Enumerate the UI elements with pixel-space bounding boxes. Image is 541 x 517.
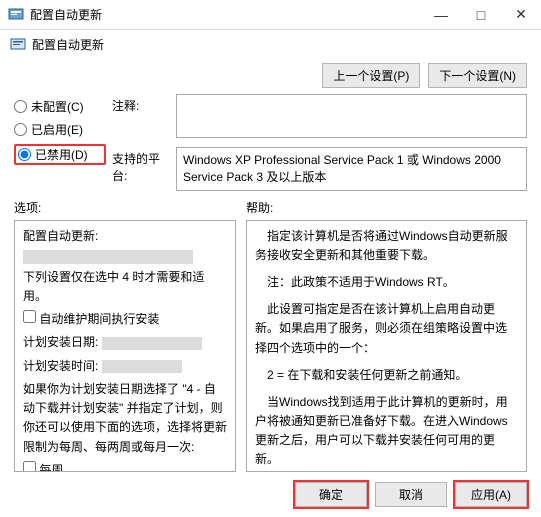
prev-setting-button[interactable]: 上一个设置(P)	[322, 63, 420, 88]
maint-checkbox-input[interactable]	[23, 310, 36, 323]
radio-enabled-input[interactable]	[14, 123, 27, 136]
radio-not-configured-label: 未配置(C)	[31, 98, 84, 115]
sched-day-combo[interactable]	[102, 337, 202, 350]
radio-disabled[interactable]: 已禁用(D)	[14, 144, 106, 165]
options-note1: 下列设置仅在选中 4 时才需要和适用。	[23, 268, 227, 306]
minimize-button[interactable]: —	[421, 0, 461, 30]
help-pane[interactable]: 指定该计算机是否将通过Windows自动更新服务接收安全更新和其他重要下载。 注…	[246, 220, 527, 472]
maint-checkbox-label: 自动维护期间执行安装	[39, 312, 159, 326]
ok-button[interactable]: 确定	[295, 482, 367, 507]
sub-header-label: 配置自动更新	[32, 36, 104, 53]
help-p2: 注：此政策不适用于Windows RT。	[255, 273, 518, 292]
window-buttons: — □ ✕	[421, 0, 541, 30]
maximize-button[interactable]: □	[461, 0, 501, 30]
pane-headers: 选项: 帮助:	[0, 197, 541, 220]
radio-not-configured-input[interactable]	[14, 100, 27, 113]
fields: 注释: 支持的平台: Windows XP Professional Servi…	[112, 94, 527, 191]
notes-textarea[interactable]	[176, 94, 527, 138]
notes-label: 注释:	[112, 94, 168, 114]
platform-label: 支持的平台:	[112, 147, 168, 184]
apply-button[interactable]: 应用(A)	[455, 482, 527, 507]
help-p5: 当Windows找到适用于此计算机的更新时，用户将被通知更新已准备好下载。在进入…	[255, 393, 518, 470]
title-bar: 配置自动更新 — □ ✕	[0, 0, 541, 30]
radio-disabled-input[interactable]	[18, 148, 31, 161]
next-setting-button[interactable]: 下一个设置(N)	[428, 63, 527, 88]
window-title: 配置自动更新	[30, 6, 102, 23]
help-p1: 指定该计算机是否将通过Windows自动更新服务接收安全更新和其他重要下载。	[255, 227, 518, 265]
weekly-checkbox[interactable]: 每周	[23, 461, 227, 472]
sched-time-row: 计划安装时间:	[23, 357, 227, 376]
sub-header: 配置自动更新	[0, 30, 541, 59]
platform-text: Windows XP Professional Service Pack 1 或…	[176, 147, 527, 191]
radio-enabled[interactable]: 已启用(E)	[14, 121, 106, 138]
weekly-checkbox-label: 每周	[39, 463, 63, 472]
help-p3: 此设置可指定是否在该计算机上启用自动更新。如果启用了服务，则必须在组策略设置中选…	[255, 300, 518, 358]
sched-time-combo[interactable]	[102, 360, 182, 373]
weekly-checkbox-input[interactable]	[23, 461, 36, 472]
sched-day-label: 计划安装日期:	[23, 335, 98, 349]
radio-not-configured[interactable]: 未配置(C)	[14, 98, 106, 115]
footer: 确定 取消 应用(A)	[0, 472, 541, 517]
combo-placeholder-1[interactable]	[23, 250, 193, 264]
policy-icon	[10, 37, 26, 53]
state-radios: 未配置(C) 已启用(E) 已禁用(D)	[14, 94, 106, 191]
platform-row: 支持的平台: Windows XP Professional Service P…	[112, 147, 527, 191]
options-title: 配置自动更新:	[23, 227, 227, 246]
nav-row: 上一个设置(P) 下一个设置(N)	[0, 59, 541, 94]
radio-disabled-label: 已禁用(D)	[35, 146, 88, 163]
cancel-button[interactable]: 取消	[375, 482, 447, 507]
options-pane[interactable]: 配置自动更新: 下列设置仅在选中 4 时才需要和适用。 自动维护期间执行安装 计…	[14, 220, 236, 472]
options-header: 选项:	[14, 199, 246, 216]
options-paragraph: 如果你为计划安装日期选择了 "4 - 自动下载并计划安装" 并指定了计划，则你还…	[23, 380, 227, 457]
sched-day-row: 计划安装日期:	[23, 333, 227, 352]
panes: 配置自动更新: 下列设置仅在选中 4 时才需要和适用。 自动维护期间执行安装 计…	[0, 220, 541, 472]
notes-row: 注释:	[112, 94, 527, 141]
help-header: 帮助:	[246, 199, 527, 216]
app-icon	[8, 7, 24, 23]
radio-enabled-label: 已启用(E)	[31, 121, 83, 138]
config-area: 未配置(C) 已启用(E) 已禁用(D) 注释: 支持的平台: Windows …	[0, 94, 541, 197]
sched-time-label: 计划安装时间:	[23, 359, 98, 373]
help-p4: 2 = 在下载和安装任何更新之前通知。	[255, 366, 518, 385]
maint-checkbox[interactable]: 自动维护期间执行安装	[23, 310, 227, 329]
close-button[interactable]: ✕	[501, 0, 541, 30]
